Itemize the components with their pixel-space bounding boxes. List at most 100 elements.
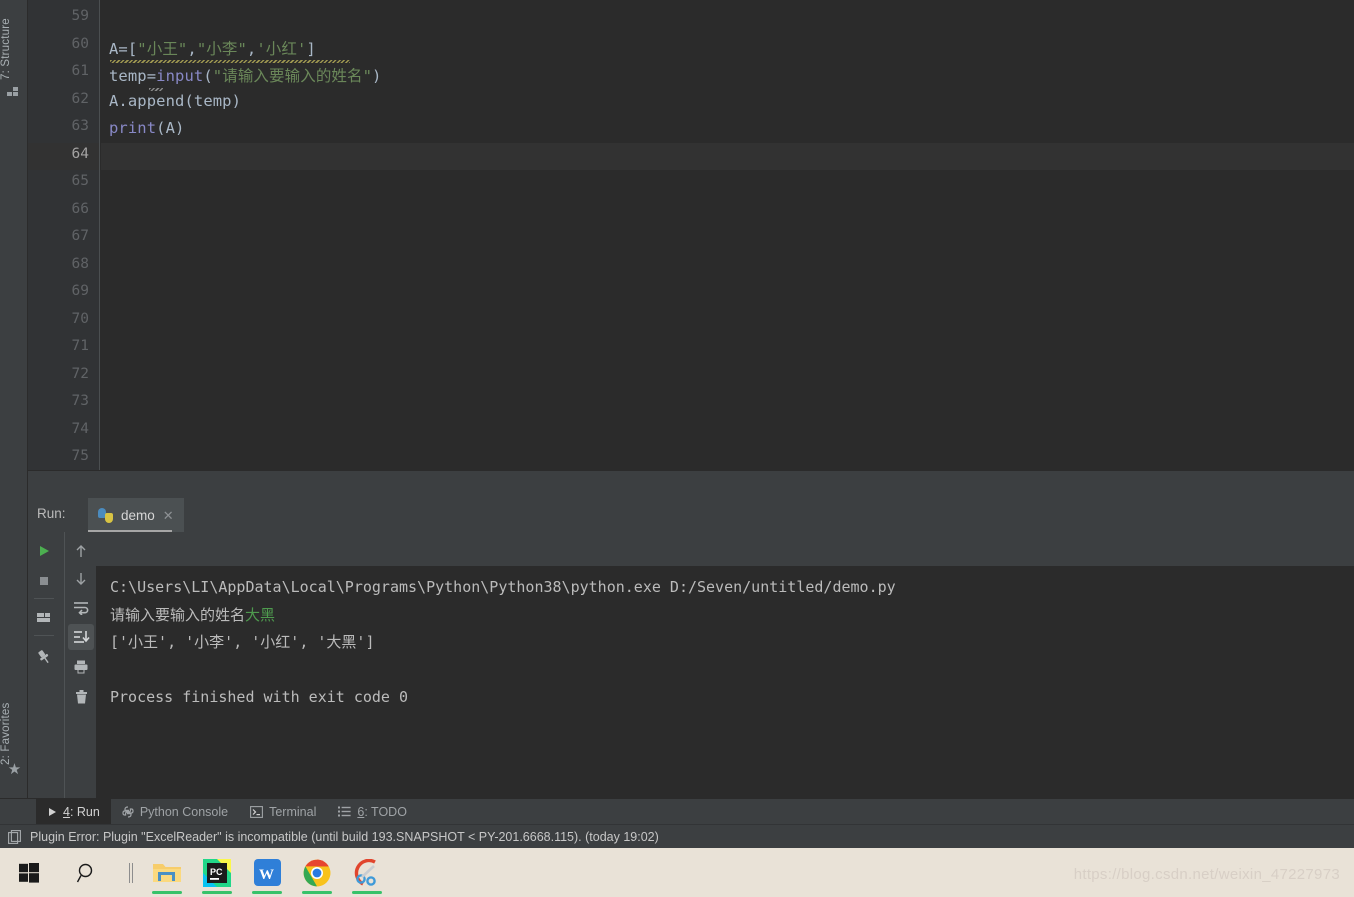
tool-window-todo[interactable]: 6: TODO <box>327 799 418 825</box>
run-toolbar-right <box>64 532 96 798</box>
code-area[interactable]: A=["小王","小李",'小红'] temp=input("请输入要输入的姓名"… <box>101 0 1354 470</box>
code-token: print <box>109 119 157 137</box>
close-icon[interactable]: ✕ <box>163 509 174 522</box>
restore-layout-button[interactable] <box>31 605 57 631</box>
structure-icon[interactable] <box>7 86 22 101</box>
line-number: 60 <box>71 35 89 52</box>
snipaste-button[interactable] <box>342 848 392 897</box>
status-message: Plugin Error: Plugin "ExcelReader" is in… <box>30 829 659 844</box>
svg-text:W: W <box>259 867 274 883</box>
line-number: 67 <box>71 228 89 244</box>
code-token: "小王" <box>137 39 188 58</box>
running-indicator <box>152 891 182 894</box>
editor-gutter[interactable]: 59 60 61 62 63 64 65 66 67 68 69 70 71 72 73 74 75 <box>28 0 100 470</box>
line-number: 69 <box>71 283 89 299</box>
wps-icon: W <box>253 859 281 886</box>
start-button[interactable] <box>0 848 58 897</box>
tool-window-terminal-label: Terminal <box>269 804 317 819</box>
search-icon <box>76 862 98 884</box>
line-number: 61 <box>71 63 89 79</box>
search-button[interactable] <box>58 848 116 897</box>
file-explorer-button[interactable] <box>142 848 192 897</box>
soft-wrap-button[interactable] <box>68 595 94 621</box>
run-tab-label: demo <box>121 507 155 523</box>
console-prompt-line: 请输入要输入的姓名大黑 <box>110 602 1354 630</box>
sidebar-tab-structure[interactable]: 7: Structure <box>0 6 28 92</box>
warning-squiggle-line60 <box>110 60 350 63</box>
running-indicator <box>252 891 282 894</box>
warning-squiggle-line61 <box>149 88 163 91</box>
tool-window-bar: 4: Run Python Console Terminal 6: TODO <box>0 798 1354 825</box>
event-log-icon[interactable] <box>8 829 22 844</box>
windows-logo-icon <box>19 862 39 883</box>
play-icon <box>47 807 57 817</box>
line-number: 68 <box>71 255 89 272</box>
code-line-61: temp=input("请输入要输入的姓名") <box>109 64 381 86</box>
left-tool-strip: 7: Structure 2: Favorites ★ <box>0 0 28 848</box>
code-token: , <box>187 39 197 58</box>
code-token: A.append(temp) <box>109 91 242 110</box>
code-token: , <box>246 39 257 58</box>
snipaste-icon <box>353 858 381 887</box>
clear-all-button[interactable] <box>68 684 94 710</box>
folder-icon <box>152 860 182 886</box>
line-number: 64 <box>71 145 89 162</box>
code-editor[interactable]: 59 60 61 62 63 64 65 66 67 68 69 70 71 72 73 74 75 A=["小… <box>28 0 1354 470</box>
task-view-button[interactable] <box>116 848 142 897</box>
line-number: 70 <box>71 310 89 327</box>
stop-button[interactable] <box>31 568 57 594</box>
editor-run-splitter[interactable] <box>28 470 1354 498</box>
rerun-button[interactable] <box>31 538 57 564</box>
tool-window-terminal[interactable]: Terminal <box>239 799 327 825</box>
line-number: 73 <box>71 393 89 409</box>
pycharm-button[interactable]: PC <box>192 848 242 897</box>
run-console-output[interactable]: C:\Users\LI\AppData\Local\Programs\Pytho… <box>96 566 1354 798</box>
code-line-63: print(A) <box>109 119 184 137</box>
code-token: ) <box>372 67 382 85</box>
code-token: "请输入要输入的姓名" <box>212 67 373 85</box>
run-tool-window: Run: demo ✕ C:\Users\LI\AppData\Local\Pr… <box>28 498 1354 798</box>
console-user-input: 大黑 <box>245 605 276 624</box>
tool-window-python-console[interactable]: Python Console <box>111 799 239 825</box>
code-line-60: A=["小王","小李",'小红'] <box>109 37 316 59</box>
pycharm-window: 7: Structure 2: Favorites ★ 59 60 61 62 63 64… <box>0 0 1354 897</box>
current-line-highlight <box>101 142 1354 170</box>
tool-window-python-console-label: Python Console <box>139 804 229 819</box>
line-number: 71 <box>71 338 89 354</box>
chrome-button[interactable] <box>292 848 342 897</box>
line-number: 63 <box>71 118 89 134</box>
line-number: 62 <box>71 90 89 107</box>
code-token: '小红' <box>256 39 307 58</box>
run-label: Run: <box>37 506 66 521</box>
run-toolbar-left <box>28 532 60 798</box>
print-button[interactable] <box>68 654 94 680</box>
pycharm-icon: PC <box>203 858 231 887</box>
console-prompt-text: 请输入要输入的姓名 <box>110 605 246 624</box>
tool-window-run[interactable]: 4: Run <box>36 798 111 825</box>
code-token: (A) <box>156 119 185 137</box>
line-number: 75 <box>71 448 89 464</box>
tool-window-todo-label: 6: TODO <box>357 804 407 819</box>
run-tab-demo[interactable]: demo ✕ <box>88 498 184 532</box>
wps-button[interactable]: W <box>242 848 292 897</box>
console-list-output: ['小王', '小李', '小红', '大黑'] <box>110 633 375 651</box>
chrome-icon <box>303 859 331 887</box>
down-the-stack-button[interactable] <box>68 566 94 592</box>
scroll-to-end-button[interactable] <box>68 624 94 650</box>
console-exit-line: Process finished with exit code 0 <box>110 688 409 706</box>
running-indicator <box>302 891 332 894</box>
python-icon <box>122 805 134 818</box>
python-icon <box>98 507 113 523</box>
up-the-stack-button[interactable] <box>68 538 94 564</box>
run-panel-header: Run: demo ✕ <box>28 498 1354 533</box>
line-number: 74 <box>71 420 89 437</box>
star-icon[interactable]: ★ <box>7 762 22 777</box>
code-token: A=[ <box>109 39 138 58</box>
pin-tab-button[interactable] <box>31 644 57 670</box>
todo-icon <box>338 806 351 817</box>
running-indicator <box>352 891 382 894</box>
code-token: input <box>156 67 204 85</box>
line-number: 66 <box>71 200 89 217</box>
console-command-line: C:\Users\LI\AppData\Local\Programs\Pytho… <box>110 578 896 596</box>
svg-text:PC: PC <box>210 867 223 877</box>
